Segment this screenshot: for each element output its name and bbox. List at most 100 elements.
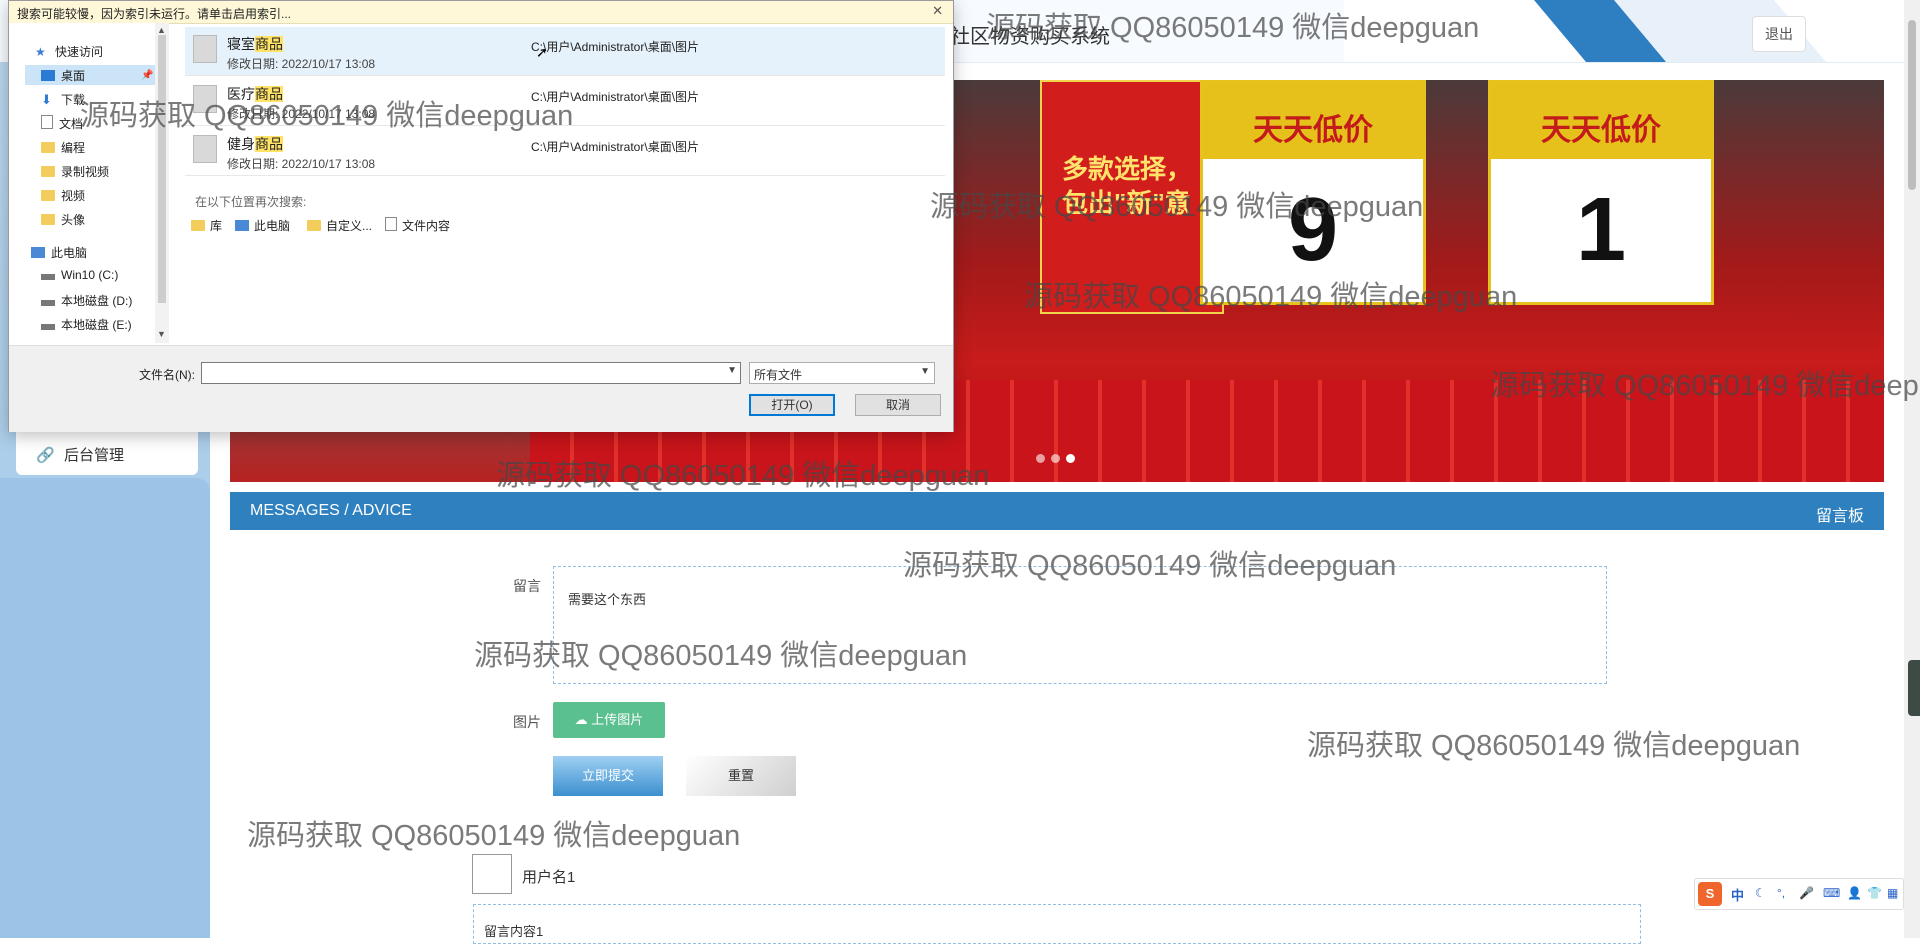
- pin-icon: 📌: [141, 70, 154, 81]
- nav-item-programming[interactable]: 编程: [41, 139, 85, 156]
- moon-icon[interactable]: ☾: [1755, 886, 1766, 900]
- logout-button[interactable]: 退出: [1752, 16, 1806, 52]
- file-name: 寝室商品: [227, 34, 283, 54]
- nav-drive-c[interactable]: Win10 (C:): [41, 268, 118, 282]
- link-icon: 🔗: [36, 447, 55, 464]
- nav-label: 下载: [61, 93, 86, 107]
- sign-heading: 天天低价: [1203, 83, 1423, 159]
- side-widget[interactable]: [1908, 660, 1920, 716]
- file-date: 修改日期: 2022/10/17 13:08: [227, 157, 376, 171]
- file-path: C:\用户\Administrator\桌面\图片: [531, 40, 700, 54]
- nav-item-recordings[interactable]: 录制视频: [41, 163, 109, 180]
- punctuation-icon[interactable]: °,: [1777, 886, 1785, 900]
- sidebar-item-admin[interactable]: 🔗 后台管理: [36, 444, 124, 465]
- reset-button[interactable]: 重置: [686, 756, 796, 796]
- nav-drive-d[interactable]: 本地磁盘 (D:): [41, 292, 132, 309]
- file-name-highlight: 商品: [255, 36, 283, 52]
- banner-price-sign: 天天低价 9: [1200, 80, 1426, 305]
- nav-scrollbar[interactable]: ▲ ▼: [155, 23, 169, 343]
- filename-input[interactable]: [201, 362, 741, 384]
- file-thumbnail: [193, 35, 217, 63]
- page-scrollbar[interactable]: [1904, 0, 1920, 938]
- nav-drive-e[interactable]: 本地磁盘 (E:): [41, 316, 132, 333]
- ime-mode[interactable]: 中: [1731, 885, 1744, 904]
- nav-label: 本地磁盘 (E:): [61, 318, 132, 332]
- carousel-dot[interactable]: [1051, 454, 1060, 463]
- nav-item-desktop[interactable]: 桌面: [41, 67, 85, 84]
- sogou-logo-icon[interactable]: S: [1698, 882, 1722, 906]
- star-icon: ★: [35, 45, 46, 59]
- file-result-row[interactable]: 健身商品 修改日期: 2022/10/17 13:08 C:\用户\Admini…: [185, 127, 945, 176]
- scrollbar-thumb[interactable]: [1908, 20, 1916, 190]
- index-warning-text[interactable]: 搜索可能较慢，因为索引未运行。请单击启用索引...: [17, 5, 291, 22]
- grid-icon[interactable]: ▦: [1887, 886, 1898, 900]
- search-loc-label: 文件内容: [402, 219, 451, 233]
- search-loc-library[interactable]: 库: [191, 217, 222, 234]
- search-loc-label: 自定义...: [326, 219, 373, 233]
- upload-image-button[interactable]: ☁ 上传图片: [553, 702, 665, 738]
- folder-icon: [41, 142, 55, 153]
- sidebar-panel: [0, 478, 210, 938]
- folder-icon: [41, 166, 55, 177]
- shirt-icon[interactable]: 👕: [1867, 886, 1882, 900]
- file-path: C:\用户\Administrator\桌面\图片: [531, 90, 700, 104]
- nav-label: 桌面: [61, 69, 86, 83]
- nav-label: Win10 (C:): [61, 268, 119, 282]
- site-title: 社区物资购买系统: [950, 26, 1110, 48]
- cancel-button[interactable]: 取消: [855, 394, 941, 416]
- message-textarea[interactable]: 需要这个东西: [553, 566, 1607, 684]
- ime-toolbar[interactable]: S 中 ☾ °, 🎤 ⌨ 👤 👕 ▦: [1694, 878, 1904, 910]
- carousel-dots: [1036, 450, 1081, 468]
- image-label: 图片: [513, 714, 541, 730]
- comment-content: 留言内容1: [473, 904, 1641, 944]
- nav-item-downloads[interactable]: ⬇ 下载: [41, 91, 85, 108]
- nav-item-avatars[interactable]: 头像: [41, 211, 85, 228]
- search-loc-custom[interactable]: 自定义...: [307, 217, 372, 234]
- submit-button[interactable]: 立即提交: [553, 756, 663, 796]
- drive-icon: [41, 324, 55, 330]
- document-icon: [385, 217, 397, 231]
- nav-label: 录制视频: [61, 165, 110, 179]
- nav-label: 头像: [61, 213, 86, 227]
- search-loc-this-pc[interactable]: 此电脑: [235, 217, 290, 234]
- search-loc-label: 库: [210, 219, 223, 233]
- drive-icon: [41, 274, 55, 280]
- search-again-label: 在以下位置再次搜索:: [195, 195, 307, 209]
- chevron-up-icon[interactable]: ▲: [157, 25, 166, 35]
- search-loc-file-contents[interactable]: 文件内容: [385, 217, 450, 234]
- file-name: 医疗商品: [227, 84, 283, 104]
- scrollbar-thumb[interactable]: [158, 35, 166, 303]
- carousel-dot-active[interactable]: [1066, 454, 1075, 463]
- keyboard-icon[interactable]: ⌨: [1823, 886, 1840, 900]
- file-name-prefix: 寝室: [227, 36, 255, 52]
- nav-this-pc[interactable]: 此电脑: [31, 244, 87, 261]
- avatar: [472, 854, 512, 894]
- file-result-row[interactable]: 寝室商品 修改日期: 2022/10/17 13:08 C:\用户\Admini…: [185, 27, 945, 76]
- filetype-select[interactable]: 所有文件 ▼: [749, 362, 935, 384]
- file-open-dialog: 搜索可能较慢，因为索引未运行。请单击启用索引... ✕ 📌 ★ 快速访问 桌面 ⬇…: [8, 0, 954, 432]
- file-name-prefix: 健身: [227, 136, 255, 152]
- chevron-down-icon[interactable]: ▼: [157, 329, 166, 339]
- microphone-icon[interactable]: 🎤: [1799, 886, 1814, 900]
- file-date: 修改日期: 2022/10/17 13:08: [227, 57, 376, 71]
- carousel-dot[interactable]: [1036, 454, 1045, 463]
- folder-icon: [307, 220, 321, 231]
- file-date: 修改日期: 2022/10/17 13:08: [227, 107, 376, 121]
- messages-title: MESSAGES / ADVICE: [250, 502, 412, 519]
- file-name: 健身商品: [227, 134, 283, 154]
- user-icon[interactable]: 👤: [1847, 886, 1862, 900]
- banner-price-sign: 天天低价 1: [1488, 80, 1714, 305]
- close-icon[interactable]: ✕: [932, 3, 943, 19]
- file-result-row[interactable]: 医疗商品 修改日期: 2022/10/17 13:08 C:\用户\Admini…: [185, 77, 945, 126]
- cloud-upload-icon: ☁: [574, 712, 588, 727]
- nav-item-videos[interactable]: 视频: [41, 187, 85, 204]
- filetype-value: 所有文件: [754, 368, 803, 382]
- sidebar-item-label: 后台管理: [64, 447, 125, 464]
- filename-label: 文件名(N):: [139, 368, 195, 382]
- nav-item-documents[interactable]: 文档: [41, 115, 83, 132]
- open-button[interactable]: 打开(O): [749, 394, 835, 416]
- index-warning-bar[interactable]: 搜索可能较慢，因为索引未运行。请单击启用索引... ✕: [9, 1, 953, 24]
- dialog-footer: 文件名(N): ▼ 所有文件 ▼ 打开(O) 取消: [9, 345, 953, 432]
- nav-quick-access[interactable]: ★ 快速访问: [35, 43, 103, 60]
- sign-price: 1: [1575, 180, 1627, 280]
